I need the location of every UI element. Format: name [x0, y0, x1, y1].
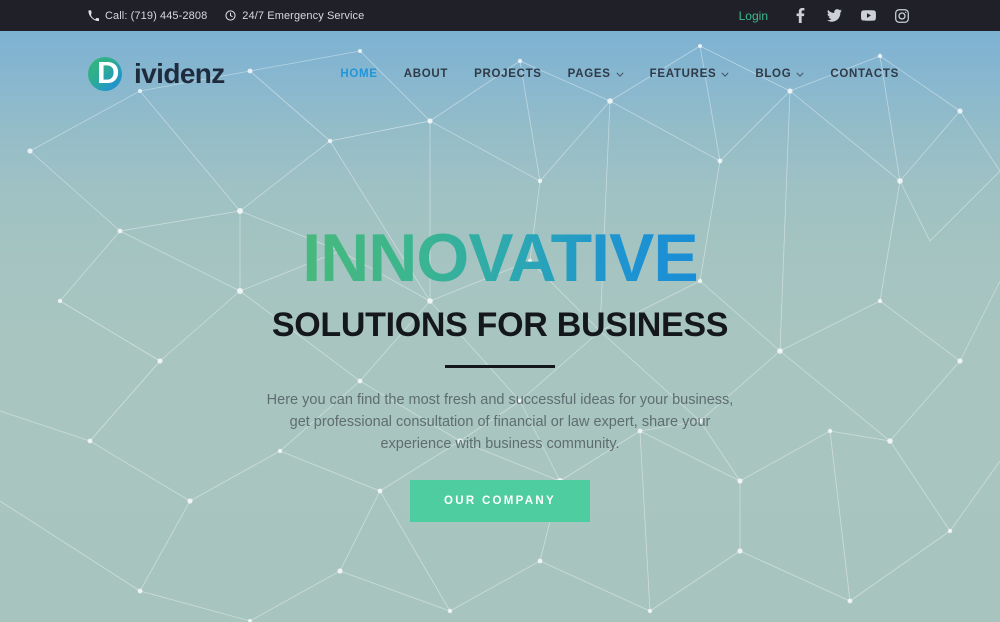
- nav-label-pages: PAGES: [567, 68, 611, 80]
- site-header: D ividenz HOME ABOUT PROJECTS PAGES FEAT…: [0, 31, 1000, 117]
- main-navigation: HOME ABOUT PROJECTS PAGES FEATURES BLOG …: [327, 68, 912, 80]
- nav-item-projects[interactable]: PROJECTS: [461, 68, 555, 80]
- nav-item-pages[interactable]: PAGES: [555, 68, 637, 80]
- phone-number-text: Call: (719) 445-2808: [105, 9, 208, 22]
- hero-content: INNOVATIVE SOLUTIONS FOR BUSINESS Here y…: [0, 31, 1000, 622]
- top-bar-contact-group: Call: (719) 445-2808 24/7 Emergency Serv…: [88, 10, 364, 22]
- site-logo[interactable]: D ividenz: [88, 55, 225, 91]
- hero-subheadline: SOLUTIONS FOR BUSINESS: [271, 306, 729, 344]
- emergency-hours-text: 24/7 Emergency Service: [242, 9, 365, 22]
- youtube-icon[interactable]: [858, 6, 878, 26]
- nav-item-blog[interactable]: BLOG: [742, 68, 817, 80]
- phone-contact[interactable]: Call: (719) 445-2808: [88, 10, 207, 22]
- top-bar: Call: (719) 445-2808 24/7 Emergency Serv…: [0, 0, 1000, 31]
- facebook-icon[interactable]: [790, 6, 810, 26]
- hero-headline: INNOVATIVE: [302, 220, 699, 296]
- nav-label-about: ABOUT: [403, 68, 449, 80]
- nav-item-about[interactable]: ABOUT: [391, 68, 461, 80]
- clock-icon: [225, 10, 236, 21]
- emergency-hours: 24/7 Emergency Service: [225, 10, 364, 22]
- top-bar-actions: Login: [739, 6, 912, 26]
- twitter-icon[interactable]: [824, 6, 844, 26]
- instagram-icon[interactable]: [892, 6, 912, 26]
- logo-circle-icon: D: [88, 55, 122, 91]
- nav-label-blog: BLOG: [755, 68, 792, 80]
- nav-label-features: FEATURES: [649, 68, 717, 80]
- nav-label-contacts: CONTACTS: [830, 68, 899, 80]
- nav-label-projects: PROJECTS: [474, 68, 542, 80]
- nav-item-home[interactable]: HOME: [327, 68, 390, 80]
- nav-item-contacts[interactable]: CONTACTS: [817, 68, 912, 80]
- our-company-button[interactable]: OUR COMPANY: [410, 480, 590, 523]
- hero-paragraph: Here you can find the most fresh and suc…: [266, 392, 734, 453]
- chevron-down-icon: [615, 68, 624, 80]
- nav-label-home: HOME: [340, 68, 378, 80]
- phone-icon: [88, 10, 99, 21]
- hero-divider: [445, 365, 555, 369]
- chevron-down-icon: [721, 68, 729, 80]
- hero-section: D ividenz HOME ABOUT PROJECTS PAGES FEAT…: [0, 31, 1000, 622]
- login-link[interactable]: Login: [739, 9, 768, 23]
- logo-initial: D: [97, 55, 119, 90]
- nav-item-features[interactable]: FEATURES: [637, 68, 743, 80]
- chevron-down-icon: [796, 68, 804, 80]
- logo-wordmark: ividenz: [134, 58, 225, 89]
